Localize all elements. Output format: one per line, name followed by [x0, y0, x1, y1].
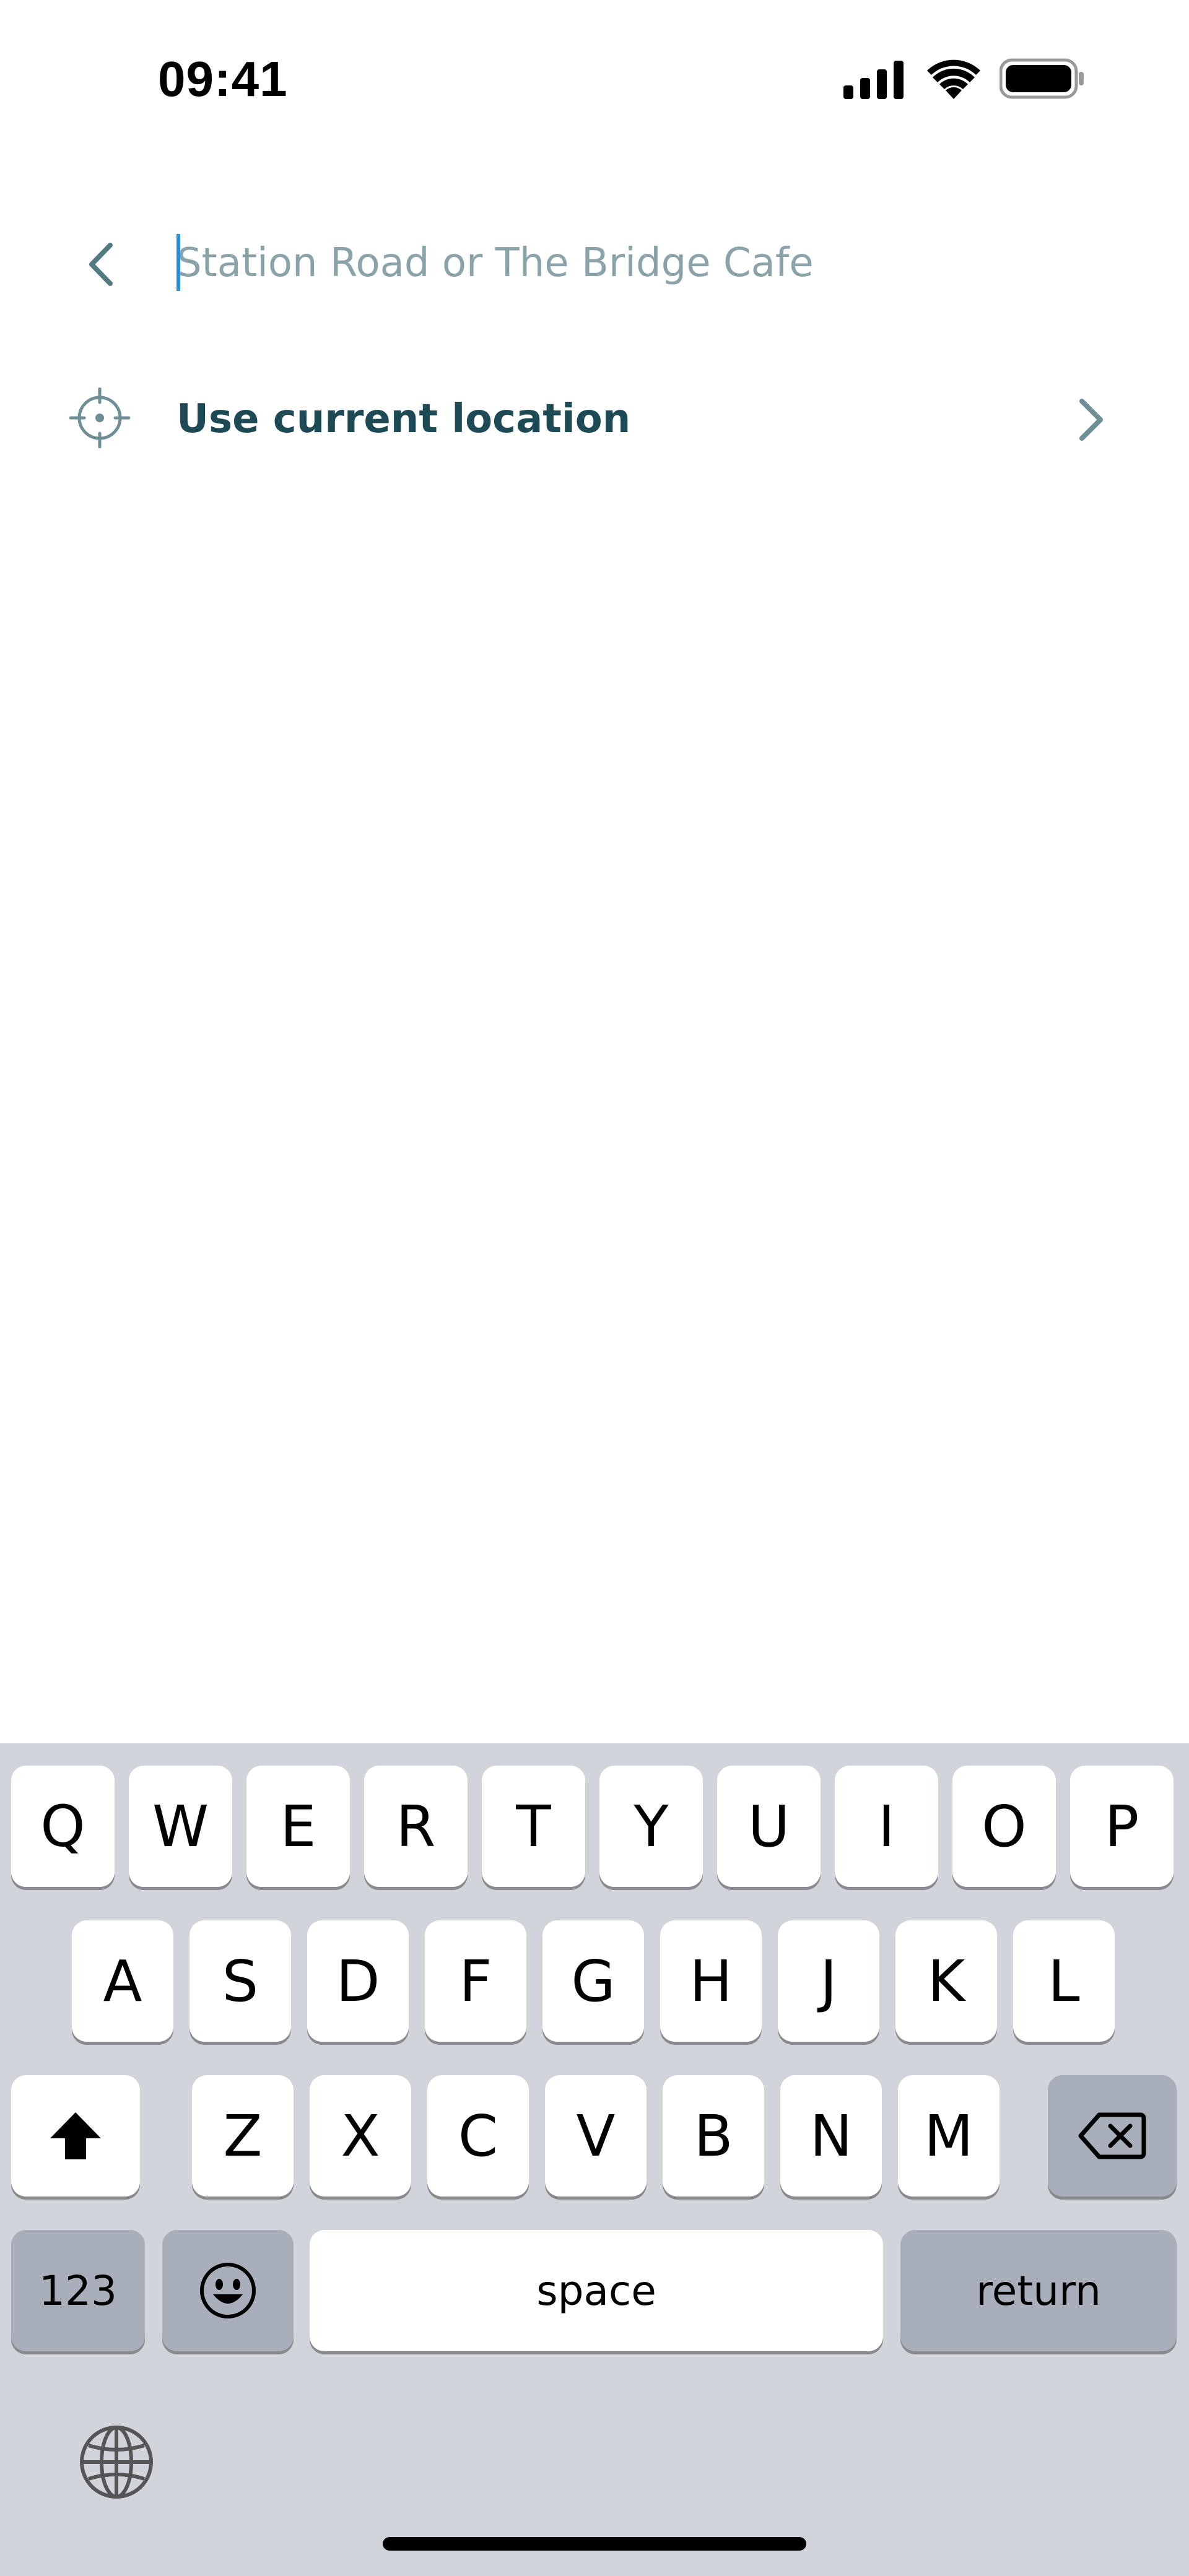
status-time: 09:41 — [158, 51, 288, 106]
search-input[interactable] — [176, 235, 1105, 291]
battery-icon — [1000, 58, 1084, 99]
return-key[interactable]: return — [900, 2230, 1177, 2351]
key-r[interactable]: R — [364, 1766, 468, 1887]
key-s[interactable]: S — [189, 1920, 291, 2042]
key-y[interactable]: Y — [599, 1766, 703, 1887]
shift-arrow-icon — [50, 2112, 101, 2159]
shift-key[interactable] — [11, 2075, 140, 2197]
key-f[interactable]: F — [425, 1920, 526, 2042]
back-button[interactable] — [73, 236, 129, 292]
key-w[interactable]: W — [129, 1766, 232, 1887]
globe-icon[interactable] — [77, 2423, 155, 2501]
key-e[interactable]: E — [246, 1766, 350, 1887]
key-x[interactable]: X — [310, 2075, 411, 2197]
key-d[interactable]: D — [307, 1920, 409, 2042]
key-n[interactable]: N — [780, 2075, 882, 2197]
key-g[interactable]: G — [542, 1920, 644, 2042]
key-a[interactable]: A — [72, 1920, 173, 2042]
space-key[interactable]: space — [310, 2230, 883, 2351]
key-c[interactable]: C — [427, 2075, 529, 2197]
key-u[interactable]: U — [717, 1766, 821, 1887]
home-indicator — [383, 2537, 806, 2551]
key-i[interactable]: I — [835, 1766, 938, 1887]
numbers-key[interactable]: 123 — [11, 2230, 145, 2351]
text-cursor — [176, 234, 180, 291]
wifi-icon — [927, 59, 980, 99]
key-q[interactable]: Q — [11, 1766, 115, 1887]
key-p[interactable]: P — [1070, 1766, 1174, 1887]
use-current-location-row[interactable]: Use current location — [0, 371, 1189, 464]
key-b[interactable]: B — [663, 2075, 764, 2197]
key-t[interactable]: T — [482, 1766, 585, 1887]
status-bar: 09:41 — [0, 0, 1189, 161]
key-m[interactable]: M — [898, 2075, 1000, 2197]
key-v[interactable]: V — [545, 2075, 647, 2197]
keyboard: Q W E R T Y U I O P A S D F G H J K L Z … — [0, 1743, 1189, 2576]
search-bar — [0, 210, 1189, 316]
use-current-location-label: Use current location — [176, 396, 631, 442]
delete-key[interactable] — [1048, 2075, 1177, 2197]
emoji-icon — [200, 2263, 256, 2318]
key-o[interactable]: O — [952, 1766, 1056, 1887]
emoji-key[interactable] — [162, 2230, 294, 2351]
key-j[interactable]: J — [778, 1920, 879, 2042]
chevron-left-icon — [89, 243, 113, 286]
backspace-icon — [1078, 2112, 1146, 2159]
key-k[interactable]: K — [895, 1920, 997, 2042]
key-h[interactable]: H — [660, 1920, 762, 2042]
key-z[interactable]: Z — [192, 2075, 294, 2197]
chevron-right-icon — [1079, 399, 1103, 441]
cellular-signal-icon — [843, 61, 904, 99]
key-l[interactable]: L — [1013, 1920, 1115, 2042]
crosshair-target-icon — [69, 388, 130, 448]
